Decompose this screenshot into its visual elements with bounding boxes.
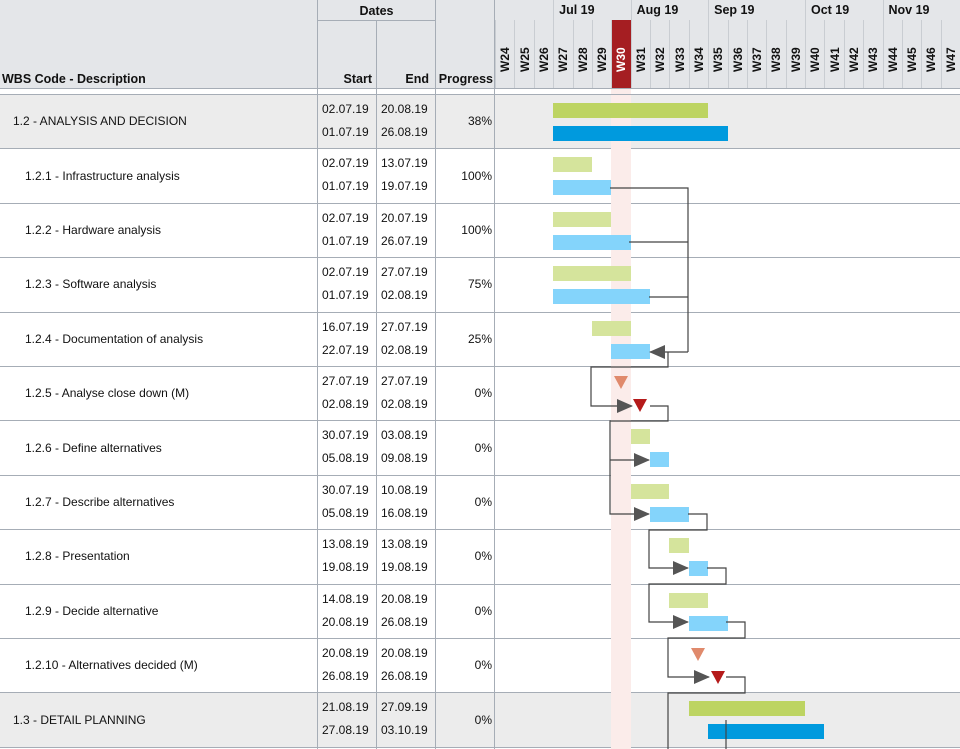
link-1-2-7-to-1-2-8 (649, 514, 707, 568)
dependency-links (0, 0, 960, 749)
link-1-2-10-to-1-3 (668, 677, 745, 749)
link-1-2-8-to-1-2-9 (649, 568, 726, 622)
link-1-2-4-to-1-2-5 (591, 352, 668, 406)
link-1-2-9-to-1-2-10 (668, 622, 745, 677)
link-1-2-1-to-1-2-4 (610, 188, 688, 352)
